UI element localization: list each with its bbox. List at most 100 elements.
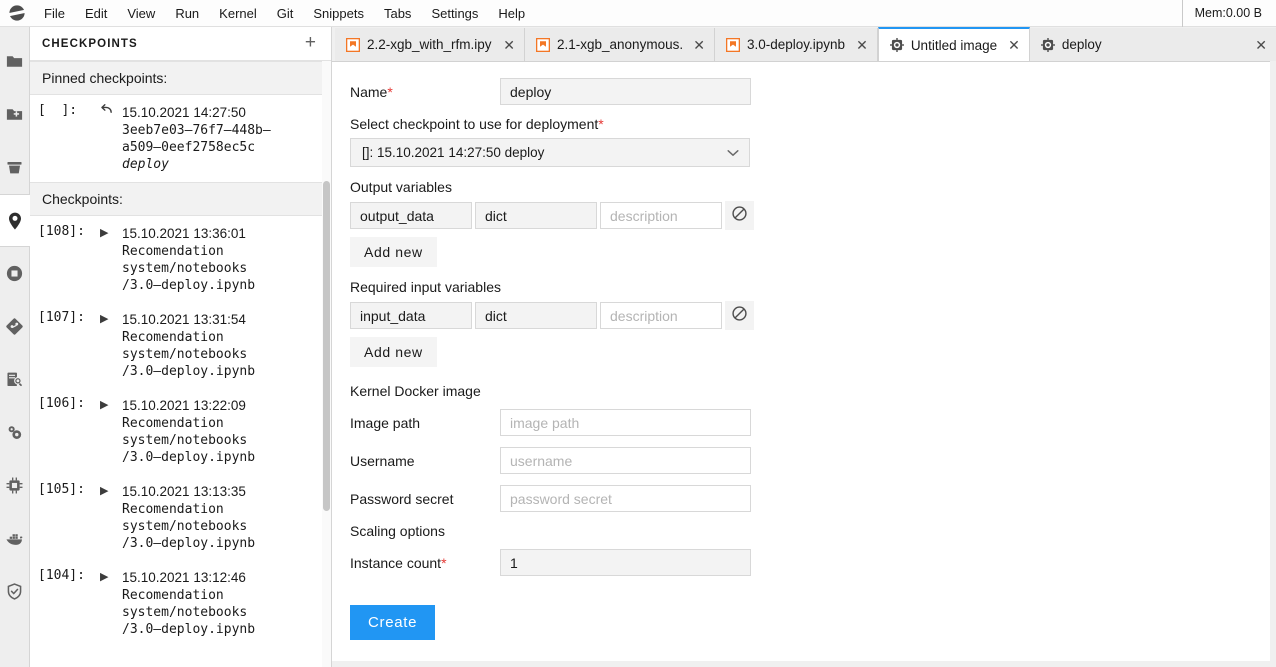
input-variable-name-input[interactable] xyxy=(350,302,472,329)
menu-file[interactable]: File xyxy=(34,3,75,24)
close-icon[interactable]: ✕ xyxy=(689,38,705,52)
tab-label: deploy xyxy=(1062,37,1244,52)
sidebar-item-kernel-chip[interactable] xyxy=(0,459,30,512)
scaling-options-group-label: Scaling options xyxy=(350,523,1270,539)
close-icon[interactable]: ✕ xyxy=(499,38,515,52)
checkpoint-select-value: []: 15.10.2021 14:27:50 deploy xyxy=(362,145,544,160)
expand-triangle-icon[interactable]: ▶ xyxy=(100,396,122,466)
checkpoint-path-line-3: /3.0–deploy.ipynb xyxy=(122,449,321,466)
menu-run[interactable]: Run xyxy=(165,3,209,24)
checkpoint-index: [106]: xyxy=(38,396,100,466)
sidebar-item-trash[interactable] xyxy=(0,141,30,194)
close-icon[interactable]: ✕ xyxy=(852,38,868,52)
checkpoint-select-label: Select checkpoint to use for deployment* xyxy=(350,116,1270,132)
tab-label: 2.2-xgb_with_rfm.ipynb xyxy=(367,37,492,52)
pinned-checkpoint-item[interactable]: [ ]: 15.10.2021 14:27:50 3eeb7e03–76f7–4… xyxy=(30,95,331,182)
activity-rail xyxy=(0,27,30,667)
panel-scrollbar[interactable] xyxy=(322,61,331,667)
add-input-variable-button[interactable]: Add new xyxy=(350,337,437,367)
close-icon[interactable]: ✕ xyxy=(1251,38,1267,52)
tab-deploy[interactable]: deploy ✕ xyxy=(1030,28,1276,61)
menu-snippets[interactable]: Snippets xyxy=(303,3,374,24)
password-secret-input[interactable] xyxy=(500,485,751,512)
sidebar-item-extensions[interactable] xyxy=(0,406,30,459)
folder-add-icon xyxy=(5,105,24,124)
checkpoint-list-item[interactable]: [108]: ▶ 15.10.2021 13:36:01 Recomendati… xyxy=(30,216,331,302)
checkpoint-details: 15.10.2021 13:22:09 Recomendation system… xyxy=(122,396,321,466)
image-path-label: Image path xyxy=(350,415,500,431)
checkpoint-list-item[interactable]: [107]: ▶ 15.10.2021 13:31:54 Recomendati… xyxy=(30,302,331,388)
checkpoint-date: 15.10.2021 14:27:50 xyxy=(122,103,321,122)
username-input[interactable] xyxy=(500,447,751,474)
menu-help[interactable]: Help xyxy=(488,3,535,24)
chevron-down-icon xyxy=(727,147,739,159)
menu-kernel[interactable]: Kernel xyxy=(209,3,267,24)
checkpoint-date: 15.10.2021 13:36:01 xyxy=(122,224,321,243)
expand-triangle-icon[interactable]: ▶ xyxy=(100,224,122,294)
menu-view[interactable]: View xyxy=(117,3,165,24)
checkpoint-path-line-1: Recomendation xyxy=(122,501,321,518)
checkpoint-index: [104]: xyxy=(38,568,100,638)
folder-icon xyxy=(5,52,24,71)
checkpoint-list-item[interactable]: [106]: ▶ 15.10.2021 13:22:09 Recomendati… xyxy=(30,388,331,474)
sidebar-item-git[interactable] xyxy=(0,300,30,353)
tab-untitled-image[interactable]: Untitled image ✕ xyxy=(878,27,1030,61)
input-variable-row xyxy=(350,301,1270,330)
output-variable-description-input[interactable] xyxy=(600,202,722,229)
trash-bucket-icon xyxy=(5,158,24,177)
input-variable-type-input[interactable] xyxy=(475,302,597,329)
sidebar-item-document-search[interactable] xyxy=(0,353,30,406)
remove-input-variable-button[interactable] xyxy=(725,301,754,330)
menu-tabs[interactable]: Tabs xyxy=(374,3,421,24)
checkpoint-select[interactable]: []: 15.10.2021 14:27:50 deploy xyxy=(350,138,750,167)
add-output-variable-button[interactable]: Add new xyxy=(350,237,437,267)
menu-git[interactable]: Git xyxy=(267,3,304,24)
sidebar-item-file-browser[interactable] xyxy=(0,35,30,88)
instance-count-input[interactable] xyxy=(500,549,751,576)
checkpoints-panel-body[interactable]: Pinned checkpoints: [ ]: 15.10.2021 14:2… xyxy=(30,61,331,667)
checkpoint-path-line-1: Recomendation xyxy=(122,415,321,432)
tab-2-2-xgb-with-rfm[interactable]: 2.2-xgb_with_rfm.ipynb ✕ xyxy=(335,28,525,61)
tab-label: 2.1-xgb_anonymous.ipynb xyxy=(557,37,682,52)
close-icon[interactable]: ✕ xyxy=(1004,38,1020,52)
input-variable-description-input[interactable] xyxy=(600,302,722,329)
tab-3-0-deploy[interactable]: 3.0-deploy.ipynb ✕ xyxy=(715,28,878,61)
expand-triangle-icon[interactable]: ▶ xyxy=(100,568,122,638)
app-frame: CHECKPOINTS + Pinned checkpoints: [ ]: 1… xyxy=(0,27,1276,667)
shield-check-icon xyxy=(5,582,24,601)
input-variables-label: Required input variables xyxy=(350,279,1270,295)
checkpoint-list-item[interactable]: [104]: ▶ 15.10.2021 13:12:46 Recomendati… xyxy=(30,560,331,646)
menu-edit[interactable]: Edit xyxy=(75,3,117,24)
checkpoint-path-line-2: system/notebooks xyxy=(122,432,321,449)
required-marker: * xyxy=(441,555,446,571)
add-checkpoint-button[interactable]: + xyxy=(302,33,319,55)
name-input[interactable] xyxy=(500,78,751,105)
deployment-form: Name* Select checkpoint to use for deplo… xyxy=(332,61,1270,661)
gears-icon xyxy=(5,423,24,442)
checkpoint-list-item[interactable]: [105]: ▶ 15.10.2021 13:13:35 Recomendati… xyxy=(30,474,331,560)
pinned-checkpoints-header: Pinned checkpoints: xyxy=(30,61,331,95)
remove-output-variable-button[interactable] xyxy=(725,201,754,230)
checkpoint-path-line-1: Recomendation xyxy=(122,587,321,604)
deployment-icon xyxy=(1041,38,1055,52)
checkpoint-path-line-2: system/notebooks xyxy=(122,518,321,535)
checkpoint-id-line-2: a509–0eef2758ec5c xyxy=(122,139,321,156)
image-path-input[interactable] xyxy=(500,409,751,436)
expand-triangle-icon[interactable]: ▶ xyxy=(100,310,122,380)
memory-status-label: Mem:0.00 B xyxy=(1195,6,1262,20)
sidebar-item-running-kernels[interactable] xyxy=(0,247,30,300)
tab-2-1-xgb-anonymous[interactable]: 2.1-xgb_anonymous.ipynb ✕ xyxy=(525,28,715,61)
sidebar-item-security[interactable] xyxy=(0,565,30,618)
create-button[interactable]: Create xyxy=(350,605,435,640)
restore-arrow-icon[interactable] xyxy=(100,103,122,174)
sidebar-item-docker[interactable] xyxy=(0,512,30,565)
output-variable-type-input[interactable] xyxy=(475,202,597,229)
expand-triangle-icon[interactable]: ▶ xyxy=(100,482,122,552)
menu-settings[interactable]: Settings xyxy=(421,3,488,24)
output-variable-name-input[interactable] xyxy=(350,202,472,229)
sidebar-item-new-folder[interactable] xyxy=(0,88,30,141)
stop-circle-icon xyxy=(5,264,24,283)
username-label: Username xyxy=(350,453,500,469)
panel-scrollbar-thumb[interactable] xyxy=(323,181,330,511)
sidebar-item-checkpoints[interactable] xyxy=(0,194,31,247)
